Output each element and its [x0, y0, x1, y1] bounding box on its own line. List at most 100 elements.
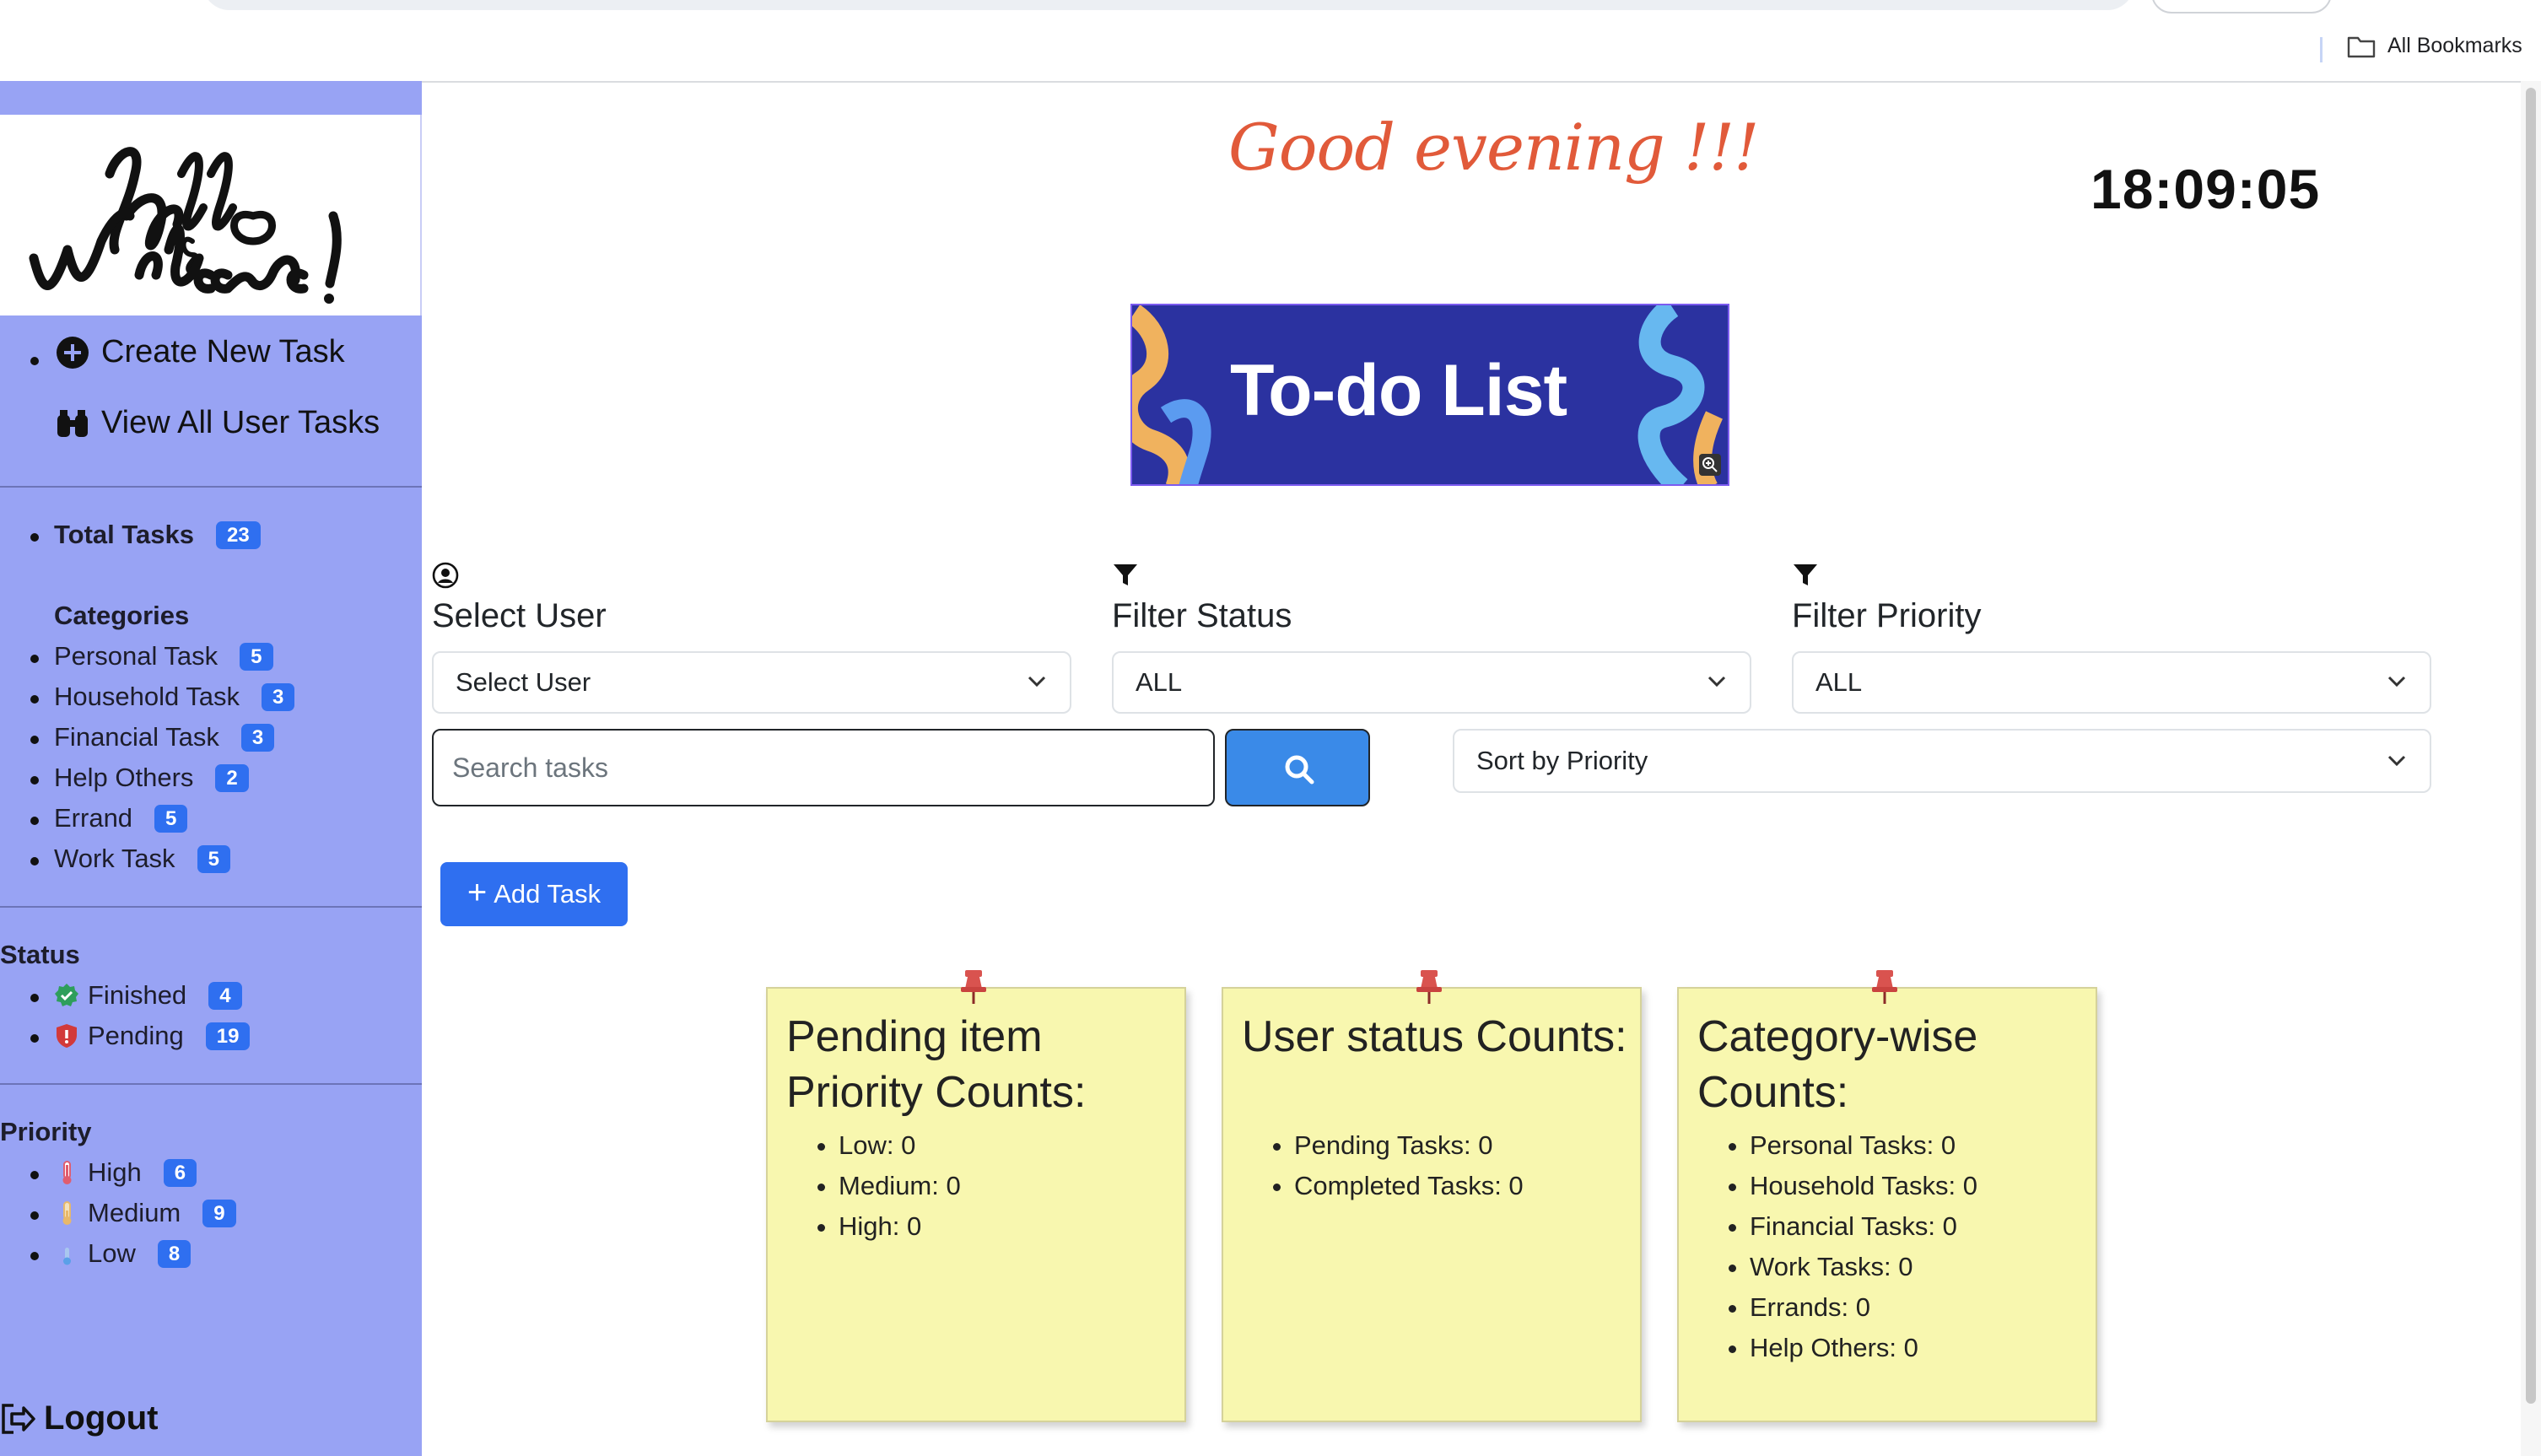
priority-count-badge: 8: [157, 1239, 192, 1268]
list-item: Medium: 0: [839, 1166, 961, 1206]
list-item: Work Tasks: 0: [1750, 1247, 1977, 1287]
banner-title: To-do List: [1230, 350, 1567, 431]
sidebar-divider: [0, 906, 422, 908]
note-list: Low: 0 Medium: 0 High: 0: [810, 1125, 961, 1247]
bullet: [30, 533, 39, 542]
chevron-down-icon: [2387, 755, 2406, 767]
total-tasks-item: Total Tasks 23: [54, 520, 261, 550]
status-label: Pending: [88, 1021, 184, 1050]
category-label: Work Task: [54, 844, 175, 873]
status-item-pending[interactable]: Pending 19: [54, 1021, 251, 1051]
sort-value: Sort by Priority: [1476, 746, 1648, 775]
list-item: Help Others: 0: [1750, 1328, 1977, 1368]
bullet: [30, 994, 39, 1002]
status-count-badge: 19: [205, 1022, 251, 1050]
user-status-counts-note: User status Counts: Pending Tasks: 0 Com…: [1222, 970, 1642, 1422]
thermometer-medium-icon: [62, 1201, 72, 1225]
select-user-dropdown[interactable]: Select User: [432, 651, 1071, 714]
category-item-errand[interactable]: Errand 5: [54, 803, 188, 833]
address-bar[interactable]: [202, 0, 2134, 10]
category-counts-note: Category-wise Counts: Personal Tasks: 0 …: [1677, 970, 2097, 1422]
category-label: Personal Task: [54, 641, 218, 671]
note-title: Pending item Priority Counts:: [786, 1012, 1087, 1117]
select-user-label: Select User: [432, 597, 607, 634]
thermometer-high-icon: [62, 1161, 72, 1184]
category-label: Help Others: [54, 763, 194, 792]
categories-heading: Categories: [54, 601, 190, 630]
priority-heading: Priority: [0, 1117, 92, 1146]
user-circle-icon: [432, 562, 459, 589]
priority-label: Medium: [88, 1198, 181, 1227]
bullet: [30, 776, 39, 785]
category-count-badge: 2: [215, 763, 249, 792]
pushpin-icon: [961, 970, 986, 1004]
add-task-button[interactable]: + Add Task: [440, 862, 628, 926]
browser-chrome: All Bookmarks: [0, 0, 2541, 83]
filter-priority-label: Filter Priority: [1792, 597, 1982, 634]
list-item: Pending Tasks: 0: [1294, 1125, 1524, 1166]
priority-item-high[interactable]: High 6: [54, 1157, 197, 1188]
priority-counts-note: Pending item Priority Counts: Low: 0 Med…: [766, 970, 1186, 1422]
scrollbar-thumb[interactable]: [2526, 88, 2536, 1404]
bullet: [30, 655, 39, 663]
category-label: Household Task: [54, 682, 240, 711]
bullet: [30, 817, 39, 825]
priority-label: High: [88, 1157, 142, 1187]
category-label: Errand: [54, 803, 133, 833]
all-bookmarks-button[interactable]: All Bookmarks: [2347, 34, 2522, 58]
funnel-icon: [1114, 564, 1137, 585]
category-count-badge: 3: [262, 682, 295, 711]
filter-status-dropdown[interactable]: ALL: [1112, 651, 1751, 714]
bullet: [30, 357, 39, 365]
all-bookmarks-label: All Bookmarks: [2387, 34, 2522, 57]
list-item: High: 0: [839, 1206, 961, 1247]
note-list: Personal Tasks: 0 Household Tasks: 0 Fin…: [1721, 1125, 1977, 1368]
create-new-task-label: Create New Task: [101, 334, 345, 369]
filter-priority-dropdown[interactable]: ALL: [1792, 651, 2431, 714]
logout-button[interactable]: Logout: [0, 1399, 159, 1437]
create-new-task-link[interactable]: Create New Task: [56, 334, 345, 370]
list-item: Personal Tasks: 0: [1750, 1125, 1977, 1166]
category-item-work[interactable]: Work Task 5: [54, 844, 230, 874]
zoom-in-icon[interactable]: [1699, 454, 1721, 476]
logout-label: Logout: [44, 1399, 159, 1437]
category-item-financial[interactable]: Financial Task 3: [54, 722, 275, 752]
list-item: Completed Tasks: 0: [1294, 1166, 1524, 1206]
priority-item-medium[interactable]: Medium 9: [54, 1198, 236, 1228]
priority-count-badge: 6: [163, 1158, 197, 1187]
list-item: Low: 0: [839, 1125, 961, 1166]
status-item-finished[interactable]: Finished 4: [54, 980, 242, 1011]
funnel-icon: [1794, 564, 1817, 585]
plus-circle-icon: [57, 336, 89, 369]
bullet: [30, 1034, 39, 1043]
category-count-badge: 5: [240, 642, 273, 671]
search-input[interactable]: [432, 729, 1215, 806]
category-item-help-others[interactable]: Help Others 2: [54, 763, 249, 793]
bullet: [30, 857, 39, 866]
bookmarks-separator: [2320, 37, 2323, 62]
category-item-personal[interactable]: Personal Task 5: [54, 641, 273, 671]
todo-list-banner[interactable]: To-do List: [1130, 304, 1729, 486]
folder-icon: [2347, 36, 2376, 57]
filter-status-label: Filter Status: [1112, 597, 1292, 634]
pushpin-icon: [1872, 970, 1897, 1004]
binoculars-icon: [57, 409, 88, 437]
clock: 18:09:05: [2091, 158, 2321, 220]
list-item: Household Tasks: 0: [1750, 1166, 1977, 1206]
bullet: [30, 1211, 39, 1220]
search-button[interactable]: [1225, 729, 1370, 806]
sidebar-divider: [0, 486, 422, 488]
list-item: Errands: 0: [1750, 1287, 1977, 1328]
sort-dropdown[interactable]: Sort by Priority: [1453, 729, 2431, 793]
total-tasks-label: Total Tasks: [54, 520, 194, 549]
category-item-household[interactable]: Household Task 3: [54, 682, 295, 712]
sidebar-divider: [0, 1083, 422, 1085]
add-task-label: Add Task: [494, 879, 602, 909]
filter-priority-value: ALL: [1815, 667, 1863, 697]
status-label: Finished: [88, 980, 187, 1010]
priority-count-badge: 9: [202, 1199, 236, 1227]
view-all-user-tasks-link[interactable]: View All User Tasks: [56, 405, 380, 441]
category-label: Financial Task: [54, 722, 219, 752]
priority-item-low[interactable]: Low 8: [54, 1238, 192, 1269]
browser-button[interactable]: [2151, 0, 2332, 13]
